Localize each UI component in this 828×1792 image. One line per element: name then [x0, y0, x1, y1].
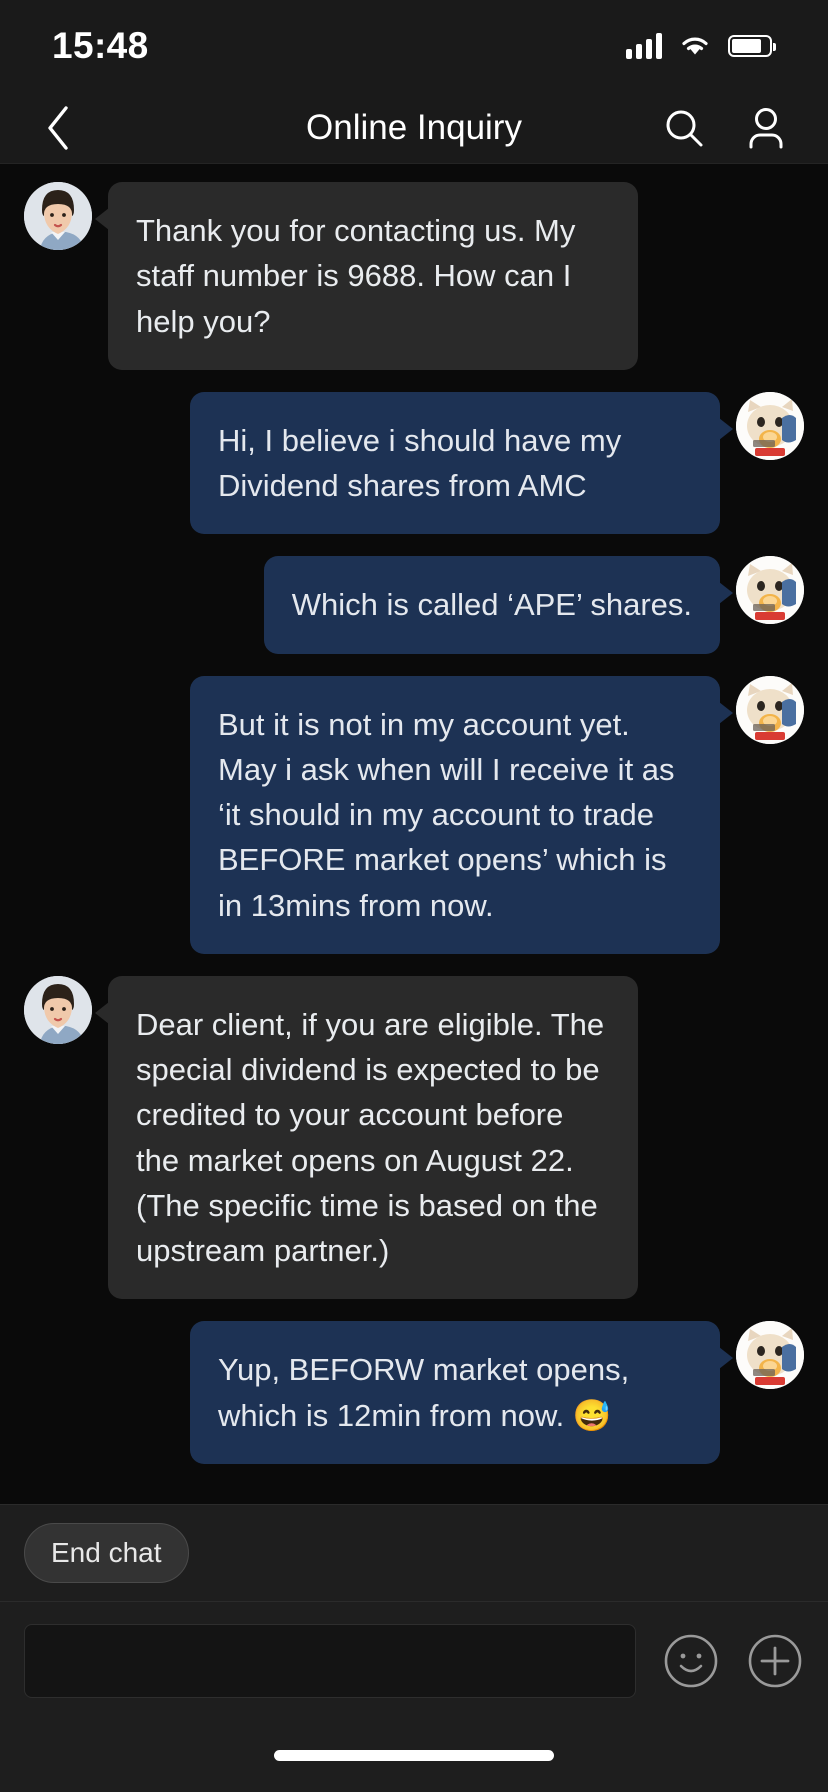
user-avatar[interactable] [736, 1321, 804, 1390]
plus-circle-icon[interactable] [746, 1632, 804, 1690]
message-bubble[interactable]: Dear client, if you are eligible. The sp… [95, 975, 638, 1300]
user-avatar-cat [736, 1321, 804, 1390]
wifi-icon [682, 37, 708, 55]
status-time: 15:48 [52, 25, 149, 66]
signal-bars-icon [626, 33, 662, 59]
quick-actions: End chat [0, 1505, 828, 1602]
battery-icon [728, 35, 776, 57]
status-indicators [626, 33, 776, 59]
input-row [0, 1602, 828, 1718]
message-row: Yup, BEFORW market opens, which is 12min… [0, 1321, 828, 1464]
person-icon [749, 107, 783, 148]
chevron-left-icon [48, 105, 68, 150]
message-row: Which is called ‘APE’ shares. [0, 556, 828, 654]
message-bubble[interactable]: Hi, I believe i should have my Dividend … [190, 391, 733, 535]
message-row: But it is not in my account yet. May i a… [0, 675, 828, 954]
agent-avatar[interactable] [24, 182, 92, 250]
nav-actions [658, 102, 792, 154]
search-button[interactable] [658, 102, 710, 154]
user-avatar-cat [736, 556, 804, 625]
message-bubble[interactable]: Yup, BEFORW market opens, which is 12min… [190, 1321, 733, 1464]
agent-avatar-woman [24, 975, 92, 1044]
smiley-icon[interactable] [662, 1632, 720, 1690]
message-row: Hi, I believe i should have my Dividend … [0, 391, 828, 535]
user-avatar[interactable] [736, 391, 804, 460]
agent-avatar-woman [24, 182, 92, 250]
agent-avatar[interactable] [24, 975, 92, 1044]
message-list[interactable]: Thank you for contacting us. My staff nu… [0, 164, 828, 1504]
back-button[interactable] [30, 100, 86, 156]
user-avatar-cat [736, 675, 804, 744]
user-avatar[interactable] [736, 675, 804, 744]
message-row: Dear client, if you are eligible. The sp… [0, 975, 828, 1300]
end-chat-button[interactable]: End chat [24, 1523, 189, 1583]
message-bubble[interactable]: Thank you for contacting us. My staff nu… [95, 182, 638, 370]
home-indicator[interactable] [274, 1749, 554, 1761]
user-avatar-cat [736, 391, 804, 460]
message-bubble[interactable]: But it is not in my account yet. May i a… [190, 675, 733, 954]
status-bar: 15:48 [0, 0, 828, 92]
search-icon [666, 110, 703, 146]
message-row: Thank you for contacting us. My staff nu… [0, 182, 828, 370]
message-input[interactable] [24, 1624, 636, 1698]
composer-footer: End chat [0, 1504, 828, 1792]
message-bubble[interactable]: Which is called ‘APE’ shares. [263, 556, 734, 654]
user-avatar[interactable] [736, 556, 804, 625]
home-indicator-area [0, 1718, 828, 1792]
chat-screen: 15:48 Online Inquiry Thank you for conta… [0, 0, 828, 1792]
profile-button[interactable] [740, 102, 792, 154]
nav-bar: Online Inquiry [0, 92, 828, 164]
